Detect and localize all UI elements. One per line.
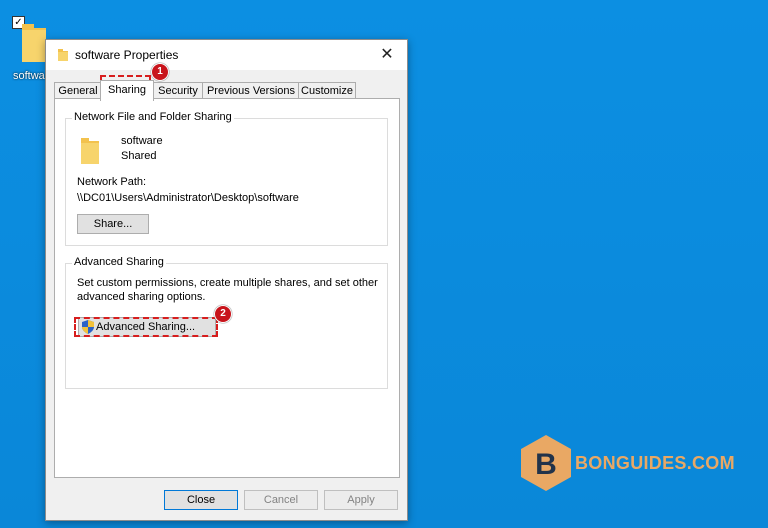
- folder-icon: [58, 49, 68, 61]
- folder-name: software: [121, 135, 163, 147]
- shared-folder-icon: [81, 138, 99, 164]
- title-bar[interactable]: software Properties ✕: [46, 40, 407, 70]
- apply-button[interactable]: Apply: [324, 490, 398, 510]
- desktop-icon-label: softwa: [13, 70, 45, 82]
- group-title: Network File and Folder Sharing: [72, 111, 234, 123]
- network-path-value: \\DC01\Users\Administrator\Desktop\softw…: [77, 192, 299, 204]
- tab-sharing[interactable]: Sharing: [100, 80, 154, 101]
- close-icon[interactable]: ✕: [375, 44, 399, 66]
- logo-letter: B: [535, 448, 557, 481]
- network-sharing-group: Network File and Folder Sharing software…: [65, 111, 388, 246]
- sharing-panel: Network File and Folder Sharing software…: [54, 98, 400, 478]
- share-status: Shared: [121, 150, 157, 162]
- advanced-sharing-highlight: [74, 317, 218, 337]
- advanced-description-line2: advanced sharing options.: [77, 291, 206, 303]
- advanced-description-line1: Set custom permissions, create multiple …: [77, 277, 378, 289]
- group-title: Advanced Sharing: [72, 256, 166, 268]
- dialog-title: software Properties: [75, 48, 179, 62]
- bonguides-logo-icon: B: [521, 435, 571, 491]
- close-button[interactable]: Close: [164, 490, 238, 510]
- step-badge-1: 1: [151, 63, 169, 81]
- step-badge-2: 2: [214, 305, 232, 323]
- watermark-text: BONGUIDES.COM: [575, 453, 735, 473]
- cancel-button[interactable]: Cancel: [244, 490, 318, 510]
- folder-icon: [22, 24, 46, 62]
- properties-dialog: software Properties ✕ General Sharing Se…: [45, 39, 408, 521]
- network-path-label: Network Path:: [77, 176, 147, 188]
- share-button[interactable]: Share...: [77, 214, 149, 234]
